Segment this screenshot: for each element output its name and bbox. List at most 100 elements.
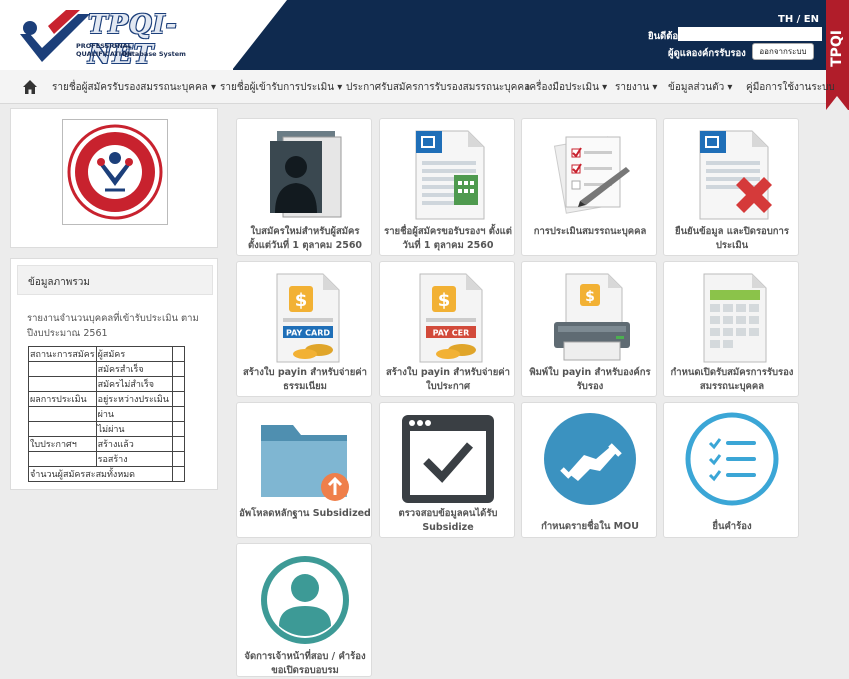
table-cell: สมัครไม่สำเร็จ (95, 376, 173, 392)
folder-upload-icon (261, 425, 349, 501)
nav-applicants[interactable]: รายชื่อผู้สมัครรับรองสมรรถนะบุคคล ▾ (52, 80, 216, 95)
table-cell (171, 391, 185, 407)
table-cell (171, 451, 185, 467)
table-cell (28, 421, 97, 437)
table-cell (28, 406, 97, 422)
tile-submit-request[interactable]: ยื่นคำร้อง (663, 402, 799, 538)
tile-label: ยืนยันข้อมูล และปิดรอบการประเมิน (675, 226, 789, 251)
tile-new-application[interactable]: ใบสมัครใหม่สำหรับผู้สมัคร ตั้งแต่วันที่ … (236, 118, 372, 256)
nav-reports[interactable]: รายงาน ▾ (615, 80, 657, 95)
header: TPQI-NET PROFESSIONAL QUALIFICATION Data… (0, 0, 849, 70)
username-display (678, 27, 822, 41)
tile-label: รายชื่อผู้สมัครขอรับรองฯ ตั้งแต่วันที่ 1… (384, 226, 512, 251)
tile-payin-certificate[interactable]: $ PAY CER สร้างใบ payin สำหรับจ่ายค่าใบป… (379, 261, 515, 397)
home-icon[interactable] (22, 79, 38, 95)
logout-button[interactable]: ออกจากระบบ (752, 43, 814, 60)
table-cell: ใบประกาศฯ (28, 436, 97, 452)
table-cell: ผู้สมัคร (95, 346, 173, 362)
table-cell: รอสร้าง (95, 451, 173, 467)
table-row: ใบประกาศฯ สร้างแล้ว (28, 436, 185, 452)
nav-manual[interactable]: คู่มือการใช้งานระบบ (746, 80, 835, 95)
org-logo-panel (10, 108, 218, 248)
tile-applicant-list[interactable]: รายชื่อผู้สมัครขอรับรองฯ ตั้งแต่วันที่ 1… (379, 118, 515, 256)
table-row: ผ่าน (28, 406, 185, 422)
table-row: ไม่ผ่าน (28, 421, 185, 437)
table-cell: ผลการประเมิน (28, 391, 97, 407)
table-cell: ไม่ผ่าน (95, 421, 173, 437)
svg-text:$: $ (585, 289, 595, 305)
table-cell: สถานะการสมัคร (28, 346, 97, 362)
tile-upload-evidence[interactable]: อัพโหลดหลักฐาน Subsidized (236, 402, 372, 538)
table-cell: สมัครสำเร็จ (95, 361, 173, 377)
user-circle-icon (261, 556, 349, 644)
spreadsheet-icon (415, 130, 485, 220)
nav-announcements[interactable]: ประกาศรับสมัครการรับรองสมรรถนะบุคคล (346, 80, 530, 95)
summary-panel: ข้อมูลภาพรวม รายงานจำนวนบุคคลที่เข้ารับป… (10, 258, 218, 490)
tile-label: ตรวจสอบข้อมูลคนได้รับ Subsidize (398, 508, 498, 533)
table-cell: จำนวนผู้สมัครสะสมทั้งหมด (28, 466, 173, 482)
table-cell (171, 361, 185, 377)
ribbon-notch (826, 96, 848, 110)
table-cell (28, 451, 97, 467)
tile-label: กำหนดเปิดรับสมัครการรับรองสมรรถนะบุคคล (670, 367, 794, 392)
table-cell (28, 376, 97, 392)
tile-label: จัดการเจ้าหน้าที่สอบ / คำร้องขอเปิดรอบอบ… (244, 651, 366, 676)
table-row: รอสร้าง (28, 451, 185, 467)
tile-confirm-close[interactable]: ยืนยันข้อมูล และปิดรอบการประเมิน (663, 118, 799, 256)
tile-assessment[interactable]: การประเมินสมรรถนะบุคคล (521, 118, 657, 256)
summary-table: สถานะการสมัคร ผู้สมัคร สมัครสำเร็จ สมัครไ… (28, 346, 185, 482)
tile-label: การประเมินสมรรถนะบุคคล (533, 226, 647, 237)
table-row: สมัครสำเร็จ (28, 361, 185, 377)
table-cell (171, 421, 185, 437)
document-delete-icon (699, 130, 772, 220)
tile-label: พิมพ์ใบ payin สำหรับองค์กรรับรอง (529, 367, 651, 392)
document-person-icon (270, 131, 342, 218)
nav-assessment-tools[interactable]: เครื่องมือประเมิน ▾ (526, 80, 607, 95)
pay-certificate-icon: $ PAY CER (419, 273, 483, 363)
nav-profile[interactable]: ข้อมูลส่วนตัว ▾ (668, 80, 732, 95)
ribbon-text: TPQI (829, 30, 845, 67)
table-cell (171, 466, 185, 482)
user-role: ผู้ดูแลองค์กรรับรอง (668, 48, 746, 59)
tile-payin-fee[interactable]: $ PAY CARD สร้างใบ payin สำหรับจ่ายค่าธร… (236, 261, 372, 397)
table-row: สถานะการสมัคร ผู้สมัคร (28, 346, 185, 362)
tile-verify-subsidize[interactable]: ตรวจสอบข้อมูลคนได้รับ Subsidize (379, 402, 515, 538)
pay-card-icon: $ PAY CARD (276, 273, 340, 363)
language-switch[interactable]: TH / EN (778, 14, 819, 25)
tpqi-emblem-icon (67, 124, 163, 220)
logo-subtitle-2: Database System (122, 50, 186, 58)
tile-print-payin[interactable]: $ พิมพ์ใบ payin สำหรับองค์กรรับรอง (521, 261, 657, 397)
table-cell (171, 406, 185, 422)
summary-title: ข้อมูลภาพรวม (17, 265, 213, 295)
calendar-sheet-icon (703, 273, 767, 363)
main-nav: รายชื่อผู้สมัครรับรองสมรรถนะบุคคล ▾ รายช… (0, 70, 835, 104)
printer-document-icon: $ (554, 273, 630, 361)
tile-manage-examiners[interactable]: จัดการเจ้าหน้าที่สอบ / คำร้องขอเปิดรอบอบ… (236, 543, 372, 677)
tpqi-logo[interactable]: TPQI-NET PROFESSIONAL QUALIFICATION Data… (18, 8, 188, 70)
summary-description: รายงานจำนวนบุคคลที่เข้ารับประเมิน ตาม ปี… (27, 313, 199, 339)
tile-label: อัพโหลดหลักฐาน Subsidized (239, 508, 371, 519)
tile-label: สร้างใบ payin สำหรับจ่ายค่าธรรมเนียม (243, 367, 367, 392)
nav-assessees[interactable]: รายชื่อผู้เข้ารับการประเมิน ▾ (220, 80, 342, 95)
checklist-pen-icon (553, 136, 630, 214)
paycer-text: PAY CER (433, 329, 470, 338)
tpqi-emblem (62, 119, 168, 225)
table-row: สมัครไม่สำเร็จ (28, 376, 185, 392)
tile-label: สร้างใบ payin สำหรับจ่ายค่าใบประกาศ (386, 367, 510, 392)
svg-text:$: $ (438, 290, 451, 311)
table-cell: ผ่าน (95, 406, 173, 422)
tile-label: กำหนดรายชื่อใน MOU (541, 521, 639, 532)
svg-text:$: $ (295, 290, 308, 311)
tile-mou-list[interactable]: กำหนดรายชื่อใน MOU (521, 402, 657, 538)
handshake-icon (544, 413, 636, 505)
table-cell (171, 346, 185, 362)
tile-label: ยื่นคำร้อง (712, 521, 752, 532)
paycard-text: PAY CARD (286, 329, 330, 338)
table-row: จำนวนผู้สมัครสะสมทั้งหมด (28, 466, 185, 482)
list-check-icon (685, 412, 779, 506)
table-cell (171, 376, 185, 392)
logo-title: TPQI-NET (88, 10, 178, 70)
table-row: ผลการประเมิน อยู่ระหว่างประเมิน (28, 391, 185, 407)
tile-open-registration[interactable]: กำหนดเปิดรับสมัครการรับรองสมรรถนะบุคคล (663, 261, 799, 397)
table-cell (28, 361, 97, 377)
